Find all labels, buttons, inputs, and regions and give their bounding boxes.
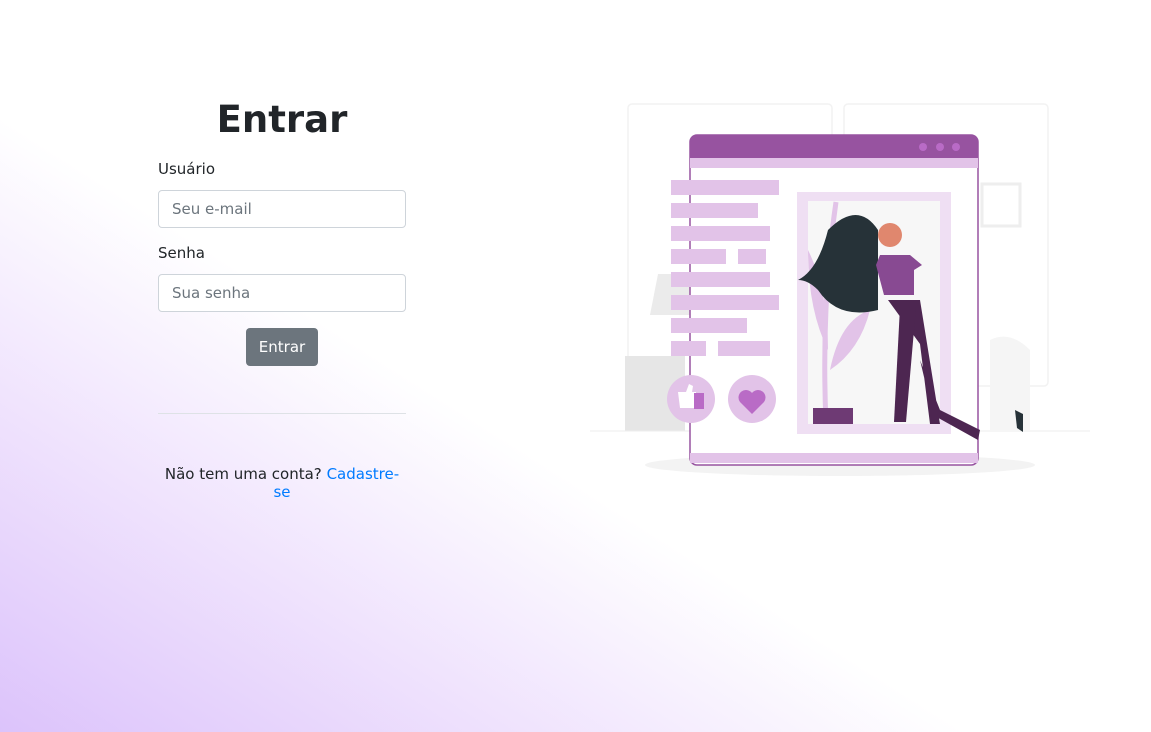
photo-frame bbox=[797, 192, 1023, 440]
heart-icon bbox=[728, 375, 776, 423]
thumbs-up-icon bbox=[667, 375, 715, 423]
password-label: Senha bbox=[158, 244, 205, 262]
username-input[interactable] bbox=[158, 190, 406, 228]
username-label: Usuário bbox=[158, 160, 216, 178]
signup-row: Não tem uma conta? Cadastre-se bbox=[158, 465, 406, 501]
login-form: Entrar Usuário Senha Entrar Não tem uma … bbox=[158, 96, 406, 501]
password-input[interactable] bbox=[158, 274, 406, 312]
signup-prompt: Não tem uma conta? bbox=[164, 465, 322, 483]
login-illustration bbox=[590, 103, 1090, 476]
login-button[interactable]: Entrar bbox=[245, 328, 319, 366]
page-title: Entrar bbox=[216, 98, 348, 141]
divider bbox=[158, 413, 406, 414]
